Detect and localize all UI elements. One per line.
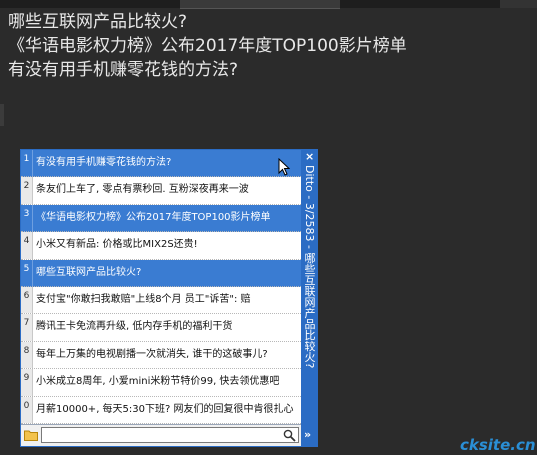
clip-number: 9 (21, 369, 33, 396)
clip-row[interactable]: 9 小米成立8周年, 小爱mini米粉节特价99, 快去领优惠吧 (21, 369, 301, 397)
expand-icon[interactable]: » (304, 428, 311, 441)
clip-text: 小米成立8周年, 小爱mini米粉节特价99, 快去领优惠吧 (36, 376, 280, 388)
close-icon[interactable]: × (305, 150, 314, 163)
search-icon[interactable] (283, 429, 296, 442)
mouse-cursor-icon (278, 158, 290, 176)
clip-number: 3 (21, 204, 33, 232)
clip-number: 7 (21, 314, 33, 341)
top-tab-right[interactable] (500, 0, 537, 8)
search-input[interactable] (41, 427, 299, 443)
top-tab[interactable] (180, 0, 340, 9)
clip-number: 8 (21, 341, 33, 369)
clip-text: 腾讯王卡免流再升级, 低内存手机的福利干货 (36, 321, 233, 333)
clip-list[interactable]: 1 有没有用手机赚零花钱的方法? 2 条友们上车了, 零点有票秒回. 互粉深夜再来一… (21, 150, 301, 424)
clip-text: 小米又有新品: 价格或比MIX2S还贵! (36, 239, 198, 251)
clip-number: 2 (21, 177, 33, 204)
clip-row[interactable]: 7 腾讯王卡免流再升级, 低内存手机的福利干货 (21, 314, 301, 342)
left-marker (0, 104, 4, 126)
clip-number: 4 (21, 232, 33, 259)
ditto-title: Ditto - 3/2583 - 哪些互联网产品比较火? (303, 165, 316, 369)
clip-text: 有没有用手机赚零花钱的方法? (36, 157, 172, 168)
clip-number: 0 (21, 396, 33, 423)
clip-row[interactable]: 8 每年上万集的电视剧播一次就消失, 谁干的这破事儿? (21, 341, 301, 370)
clip-text: 哪些互联网产品比较火? (36, 266, 142, 278)
clip-row[interactable]: 2 条友们上车了, 零点有票秒回. 互粉深夜再来一波 (21, 177, 301, 205)
clip-number: 6 (21, 286, 33, 314)
watermark: cksite.cn (460, 436, 536, 454)
clip-text: 支付宝"你敢扫我敢赔"上线8个月 员工"诉苦": 赔 (36, 293, 251, 305)
clip-number: 5 (21, 259, 33, 286)
clip-row[interactable]: 3 《华语电影权力榜》公布2017年度TOP100影片榜单 (21, 204, 301, 233)
document-line: 有没有用手机赚零花钱的方法? (8, 60, 239, 80)
clip-row[interactable]: 4 小米又有新品: 价格或比MIX2S还贵! (21, 232, 301, 260)
clip-row[interactable]: 1 有没有用手机赚零花钱的方法? (21, 150, 301, 178)
document-line: 哪些互联网产品比较火? (8, 12, 188, 32)
ditto-search-bar (21, 424, 301, 446)
clip-number: 1 (21, 150, 33, 177)
ditto-clipboard-window[interactable]: 1 有没有用手机赚零花钱的方法? 2 条友们上车了, 零点有票秒回. 互粉深夜再来一… (20, 149, 318, 447)
document-text: 哪些互联网产品比较火? 《华语电影权力榜》公布2017年度TOP100影片榜单 … (8, 10, 407, 82)
clip-row[interactable]: 6 支付宝"你敢扫我敢赔"上线8个月 员工"诉苦": 赔 (21, 286, 301, 315)
folder-icon[interactable] (24, 429, 38, 441)
clip-text: 《华语电影权力榜》公布2017年度TOP100影片榜单 (36, 211, 271, 223)
ditto-side-bar: × Ditto - 3/2583 - 哪些互联网产品比较火? » (301, 149, 318, 447)
document-line: 《华语电影权力榜》公布2017年度TOP100影片榜单 (8, 36, 407, 56)
clip-row[interactable]: 0 月薪10000+, 每天5:30下班? 网友们的回复很中肯很扎心 (21, 396, 301, 424)
clip-text: 条友们上车了, 零点有票秒回. 互粉深夜再来一波 (36, 184, 249, 196)
clip-row[interactable]: 5 哪些互联网产品比较火? (21, 259, 301, 287)
clip-text: 每年上万集的电视剧播一次就消失, 谁干的这破事儿? (36, 348, 268, 360)
clip-text: 月薪10000+, 每天5:30下班? 网友们的回复很中肯很扎心 (36, 403, 294, 415)
